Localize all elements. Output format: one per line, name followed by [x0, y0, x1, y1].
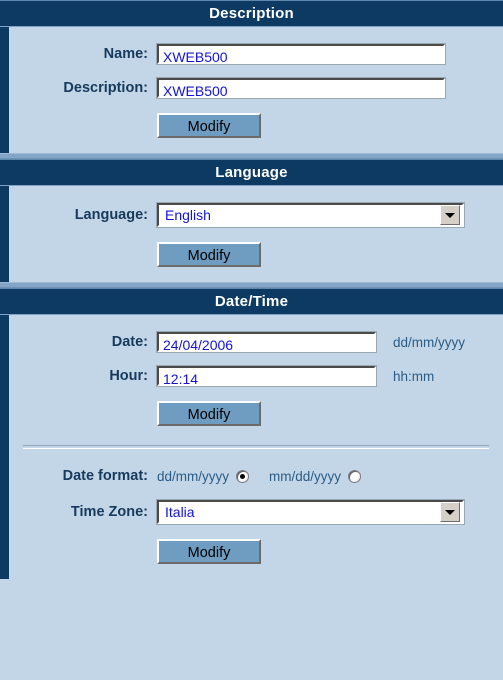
- date-format-radio-mmddyyyy[interactable]: [348, 469, 362, 483]
- row-date-format: Date format: dd/mm/yyyy mm/dd/yyyy: [9, 459, 503, 493]
- date-format-option-2-label: mm/dd/yyyy: [269, 468, 342, 484]
- date-format-label: Date format:: [62, 468, 148, 484]
- hour-format-hint: hh:mm: [393, 368, 435, 384]
- modify-datetime-button[interactable]: Modify: [157, 400, 261, 426]
- row-timezone: Time Zone: Italia: [9, 493, 503, 531]
- row-description: Description: XWEB500: [9, 71, 503, 105]
- panel-datetime: Date/Time Date: 24/04/2006 dd/mm/yyyy Ho…: [0, 288, 503, 579]
- panel-body-datetime: Date: 24/04/2006 dd/mm/yyyy Hour: 12:14 …: [0, 315, 503, 579]
- row-modify-language: Modify: [9, 234, 503, 274]
- chevron-down-icon[interactable]: [440, 502, 460, 522]
- timezone-label: Time Zone:: [70, 504, 148, 520]
- panel-description: Description Name: XWEB500 Description: X…: [0, 0, 503, 153]
- date-format-option-1-label: dd/mm/yyyy: [157, 468, 230, 484]
- settings-page: Description Name: XWEB500 Description: X…: [0, 0, 503, 680]
- date-input[interactable]: 24/04/2006: [156, 331, 377, 353]
- date-format-hint: dd/mm/yyyy: [393, 334, 466, 350]
- section-divider: [23, 445, 489, 449]
- row-name: Name: XWEB500: [9, 37, 503, 71]
- modify-timezone-button[interactable]: Modify: [157, 538, 261, 564]
- name-label: Name:: [103, 46, 148, 62]
- language-label: Language:: [74, 207, 148, 223]
- panel-header-description: Description: [0, 0, 503, 27]
- language-select[interactable]: English: [156, 202, 465, 228]
- modify-description-button[interactable]: Modify: [157, 112, 261, 138]
- row-modify-datetime: Modify: [9, 393, 503, 433]
- row-date: Date: 24/04/2006 dd/mm/yyyy: [9, 325, 503, 359]
- row-language: Language: English: [9, 196, 503, 234]
- row-hour: Hour: 12:14 hh:mm: [9, 359, 503, 393]
- name-input[interactable]: XWEB500: [156, 43, 446, 65]
- row-modify-description: Modify: [9, 105, 503, 145]
- timezone-select[interactable]: Italia: [156, 499, 465, 525]
- date-format-options: dd/mm/yyyy mm/dd/yyyy: [157, 469, 367, 484]
- panel-header-datetime: Date/Time: [0, 288, 503, 315]
- date-format-radio-ddmmyyyy[interactable]: [236, 469, 250, 483]
- hour-label: Hour:: [109, 368, 148, 384]
- panel-body-language: Language: English Modify: [0, 186, 503, 282]
- description-input[interactable]: XWEB500: [156, 77, 446, 99]
- description-label: Description:: [63, 80, 148, 96]
- panel-header-language: Language: [0, 159, 503, 186]
- timezone-select-value: Italia: [165, 504, 195, 520]
- panel-body-description: Name: XWEB500 Description: XWEB500 Modif…: [0, 27, 503, 153]
- panel-language: Language Language: English Modify: [0, 159, 503, 282]
- hour-input[interactable]: 12:14: [156, 365, 377, 387]
- chevron-down-icon[interactable]: [440, 205, 460, 225]
- date-label: Date:: [111, 334, 148, 350]
- modify-language-button[interactable]: Modify: [157, 241, 261, 267]
- language-select-value: English: [165, 207, 211, 223]
- row-modify-timezone: Modify: [9, 531, 503, 571]
